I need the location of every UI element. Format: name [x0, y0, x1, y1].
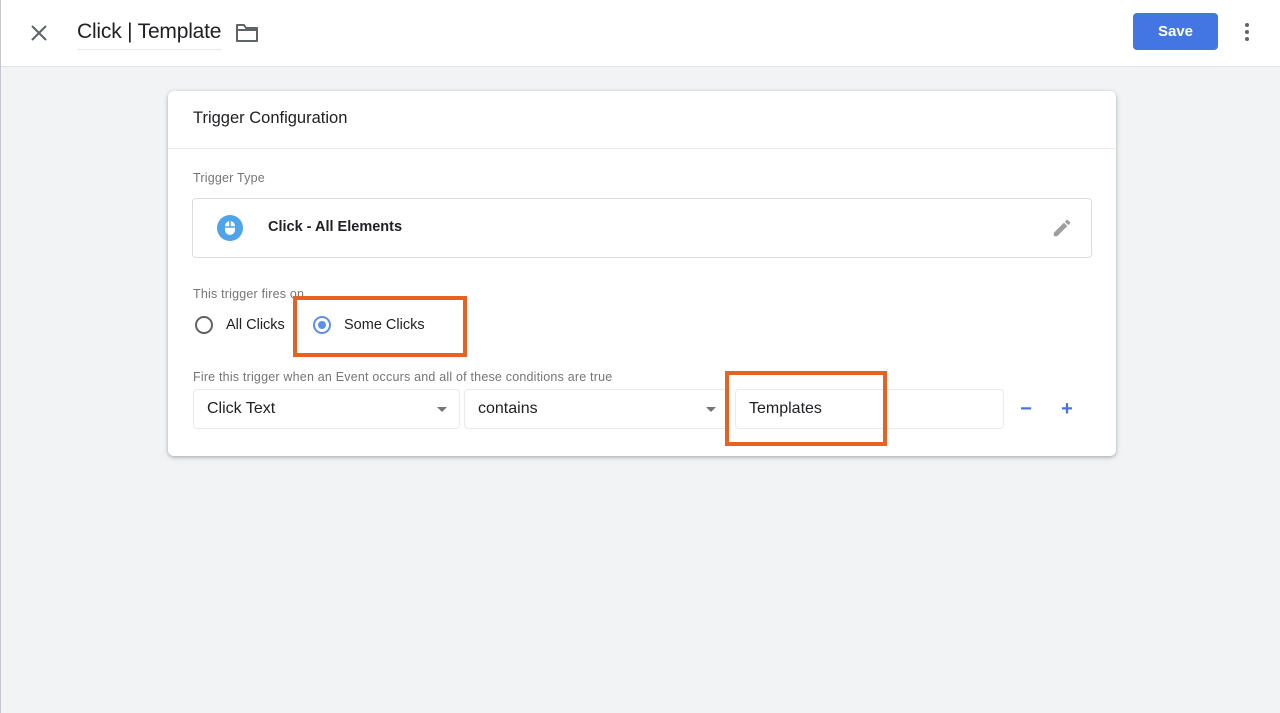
- fires-on-label: This trigger fires on: [193, 287, 305, 301]
- trigger-name-field[interactable]: Click | Template: [77, 18, 221, 50]
- trigger-type-name: Click - All Elements: [268, 219, 403, 235]
- dropdown-arrow-icon: [706, 407, 716, 412]
- card-header: Trigger Configuration: [168, 91, 1116, 149]
- dropdown-arrow-icon: [437, 407, 447, 412]
- trigger-type-label: Trigger Type: [193, 171, 265, 185]
- add-condition-button[interactable]: +: [1055, 397, 1079, 421]
- folder-icon: [236, 24, 258, 42]
- operator-dropdown[interactable]: contains: [464, 389, 729, 429]
- close-button[interactable]: [27, 21, 51, 45]
- trigger-name: Click | Template: [77, 20, 222, 43]
- close-icon: [31, 25, 47, 41]
- radio-label: Some Clicks: [344, 317, 425, 333]
- radio-some-clicks[interactable]: Some Clicks: [313, 316, 425, 334]
- top-bar: Click | Template Save: [1, 0, 1280, 67]
- remove-condition-button[interactable]: −: [1014, 397, 1038, 421]
- more-vert-icon: [1245, 23, 1249, 41]
- pencil-icon[interactable]: [1051, 217, 1073, 239]
- card-title: Trigger Configuration: [193, 109, 348, 127]
- folder-button[interactable]: [235, 22, 259, 44]
- mouse-icon: [217, 215, 243, 241]
- save-button[interactable]: Save: [1133, 13, 1218, 50]
- radio-button-checked[interactable]: [313, 316, 331, 334]
- more-options-button[interactable]: [1235, 20, 1259, 44]
- radio-label: All Clicks: [226, 317, 285, 333]
- window-edge: [0, 0, 1, 713]
- conditions-label: Fire this trigger when an Event occurs a…: [193, 370, 613, 384]
- radio-button-unchecked[interactable]: [195, 316, 213, 334]
- operator-value: contains: [478, 400, 538, 417]
- trigger-configuration-card: Trigger Configuration Trigger Type Click…: [168, 91, 1116, 456]
- variable-value: Click Text: [207, 400, 276, 417]
- trigger-type-selector[interactable]: Click - All Elements: [192, 198, 1092, 258]
- variable-dropdown[interactable]: Click Text: [193, 389, 460, 429]
- radio-all-clicks[interactable]: All Clicks: [195, 316, 285, 334]
- condition-value-input[interactable]: [735, 389, 1004, 429]
